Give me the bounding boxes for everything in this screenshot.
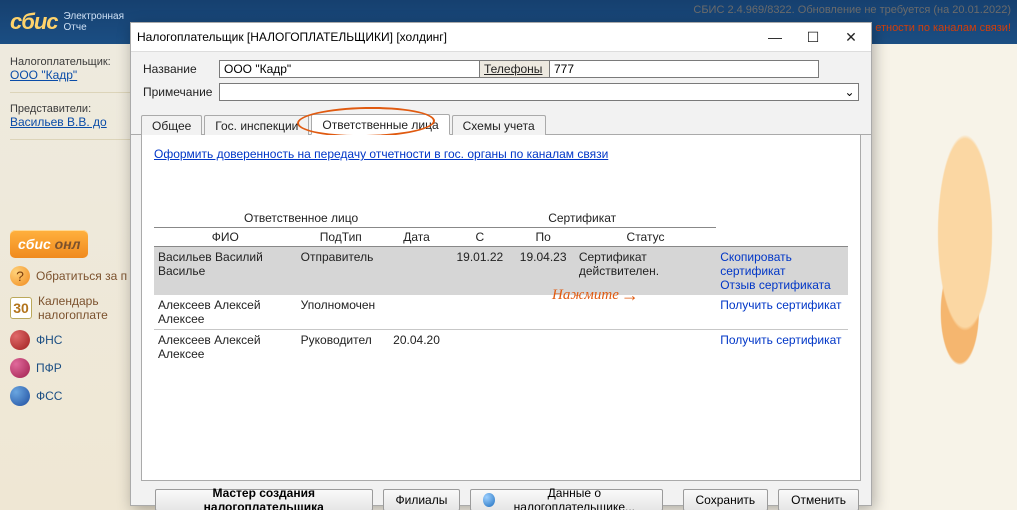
cell-subtype: Руководител [297,330,385,364]
fns-label: ФНС [36,333,62,347]
decorative-illustration [887,114,1017,510]
note-dropdown-button[interactable]: ⌄ [841,83,859,101]
version-line: СБИС 2.4.969/8322. Обновление не требует… [693,4,1011,16]
phones-input[interactable] [549,60,819,78]
cert-action-link[interactable]: Получить сертификат [720,333,844,347]
note-label: Примечание [143,85,219,99]
cell-fio: Васильев Василий Василье [154,247,297,296]
col-to[interactable]: По [512,228,575,247]
cell-to [512,330,575,364]
tab-accounting-schemes[interactable]: Схемы учета [452,115,546,135]
col-date[interactable]: Дата [385,228,448,247]
cell-to [512,295,575,330]
pfr-label: ПФР [36,361,62,375]
col-subtype[interactable]: ПодТип [297,228,385,247]
shield-icon [10,386,30,406]
cell-from [448,330,511,364]
phones-label[interactable]: Телефоны [479,60,549,78]
dialog-title: Налогоплательщик [НАЛОГОПЛАТЕЛЬЩИКИ] [хо… [137,23,763,51]
cell-date [385,247,448,296]
cell-status [575,330,716,364]
close-button[interactable]: ✕ [839,28,863,46]
support-label: Обратиться за п [36,269,127,283]
dialog-button-bar: Мастер создания налогоплательщика Филиал… [131,487,871,510]
name-input[interactable] [219,60,479,78]
sbis-online-button[interactable]: сбис онл [10,230,88,258]
branches-button[interactable]: Филиалы [383,489,461,510]
cert-action-link[interactable]: Отзыв сертификата [720,278,844,292]
table-row[interactable]: Васильев Василий ВасильеОтправитель 19.01… [154,247,848,296]
cell-subtype: Уполномочен [297,295,385,330]
cell-fio: Алексеев Алексей Алексее [154,295,297,330]
cell-to: 19.04.23 [512,247,575,296]
app-logo-subtitle: ЭлектроннаяОтче [64,11,124,33]
minimize-button[interactable]: — [763,28,787,46]
cell-links: Получить сертификат [716,295,848,330]
dialog-titlebar[interactable]: Налогоплательщик [НАЛОГОПЛАТЕЛЬЩИКИ] [хо… [131,23,871,52]
calendar-label: Календарьналогоплате [38,294,108,322]
tab-responsible-persons[interactable]: Ответственные лица [311,114,449,135]
col-group-person: Ответственное лицо [154,209,448,228]
tab-gos-inspections[interactable]: Гос. инспекции [204,115,309,135]
col-group-cert: Сертификат [448,209,716,228]
cell-date [385,295,448,330]
taxpayer-info-button[interactable]: Данные о налогоплательщике... [470,489,662,510]
name-label: Название [143,62,219,76]
tab-content: Оформить доверенность на передачу отчетн… [141,135,861,481]
note-input[interactable] [219,83,841,101]
cell-status: Сертификат действителен. [575,247,716,296]
table-row[interactable]: Алексеев Алексей АлексееУполномочен Получ… [154,295,848,330]
cell-links: Скопировать сертификатОтзыв сертификата [716,247,848,296]
shield-icon [10,330,30,350]
cell-status [575,295,716,330]
app-logo: сбис [10,9,58,35]
help-icon: ? [10,266,30,286]
cell-from [448,295,511,330]
calendar-icon: 30 [10,297,32,319]
col-from[interactable]: С [448,228,511,247]
power-of-attorney-link[interactable]: Оформить доверенность на передачу отчетн… [154,147,608,161]
col-fio[interactable]: ФИО [154,228,297,247]
fss-label: ФСС [36,389,62,403]
save-button[interactable]: Сохранить [683,489,769,510]
cert-action-link[interactable]: Получить сертификат [720,298,844,312]
cert-action-link[interactable]: Скопировать сертификат [720,250,844,278]
cell-subtype: Отправитель [297,247,385,296]
cancel-button[interactable]: Отменить [778,489,859,510]
table-row[interactable]: Алексеев Алексей АлексееРуководител20.04… [154,330,848,364]
tab-bar: Общее Гос. инспекции Ответственные лица … [131,112,871,135]
tab-general[interactable]: Общее [141,115,202,135]
attention-tail: етности по каналам связи! [875,22,1011,34]
cell-date: 20.04.20 [385,330,448,364]
master-button[interactable]: Мастер создания налогоплательщика [155,489,373,510]
cell-links: Получить сертификат [716,330,848,364]
info-icon [483,493,495,507]
cell-fio: Алексеев Алексей Алексее [154,330,297,364]
shield-icon [10,358,30,378]
responsible-persons-table: Ответственное лицо Сертификат ФИО ПодТип… [154,209,848,364]
cell-from: 19.01.22 [448,247,511,296]
maximize-button[interactable]: ☐ [801,28,825,46]
taxpayer-dialog: Налогоплательщик [НАЛОГОПЛАТЕЛЬЩИКИ] [хо… [130,22,872,506]
col-status[interactable]: Статус [575,228,716,247]
